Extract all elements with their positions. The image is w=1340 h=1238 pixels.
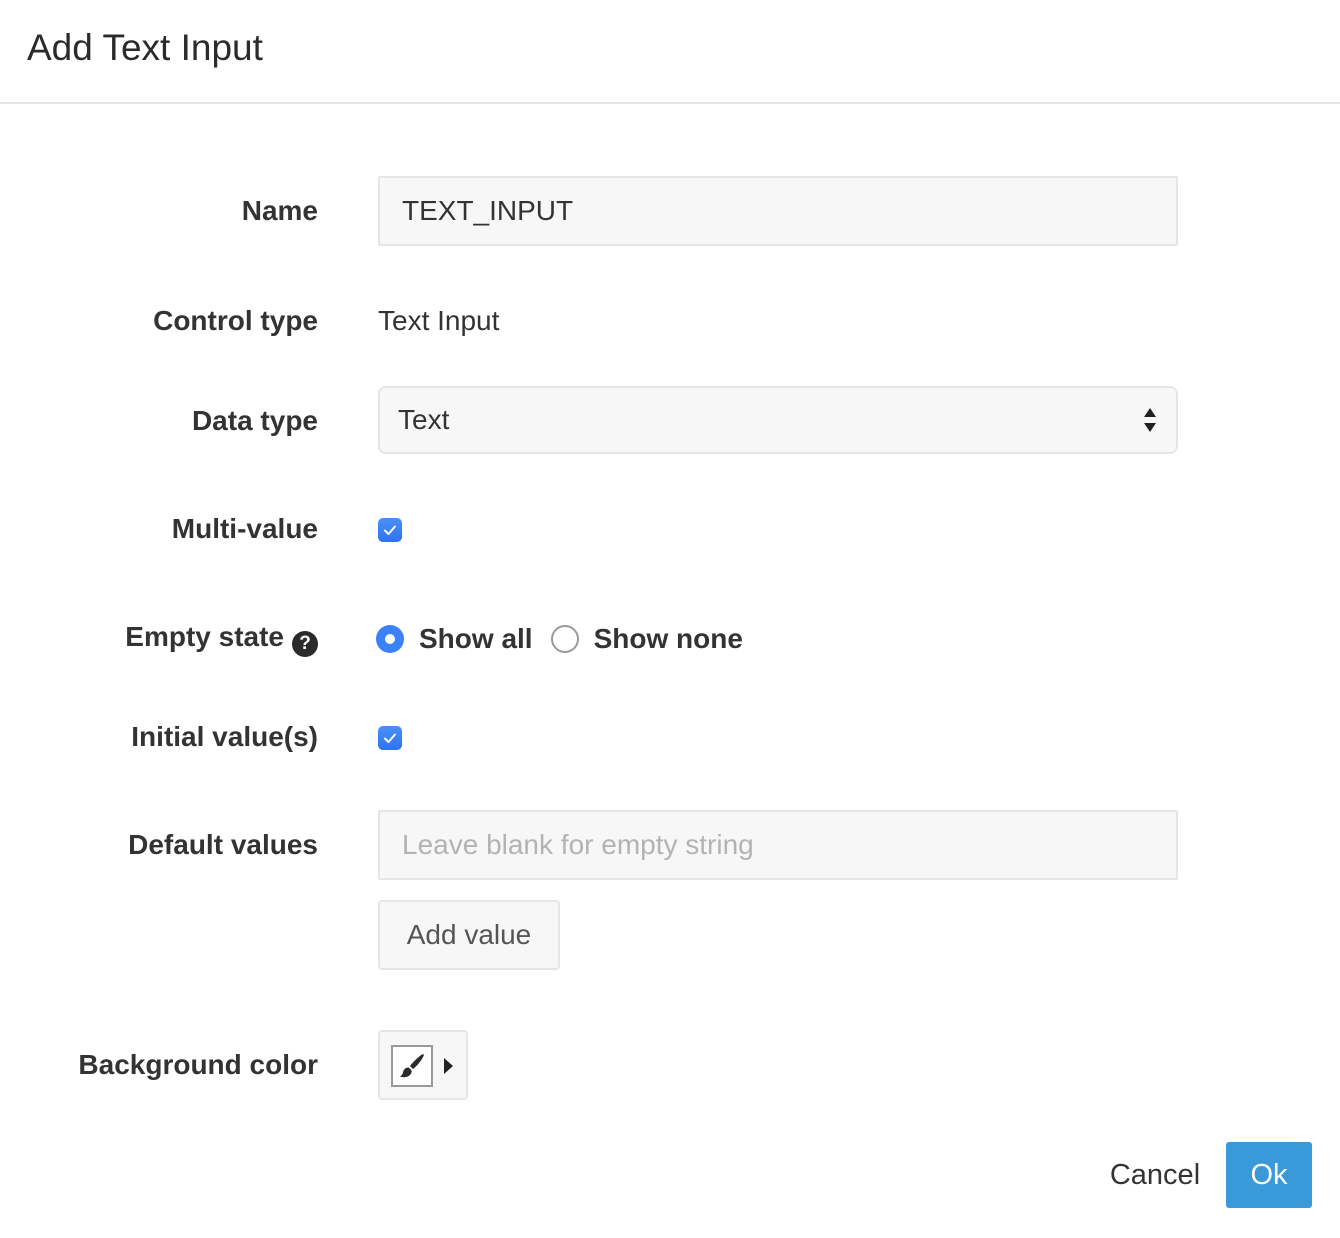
dialog-header: Add Text Input xyxy=(0,0,1340,104)
name-label: Name xyxy=(241,195,318,226)
background-color-picker[interactable] xyxy=(378,1030,468,1100)
radio-dot xyxy=(385,634,395,644)
show-none-radio[interactable] xyxy=(550,625,579,653)
empty-state-label-text: Empty state xyxy=(125,621,284,652)
control-type-label: Control type xyxy=(153,305,318,336)
add-text-input-dialog: Add Text Input Name Control type Text In… xyxy=(0,0,1340,1238)
empty-state-radio-group: Show all Show none xyxy=(376,619,761,659)
checkmark-icon xyxy=(384,733,396,743)
show-all-label[interactable]: Show all xyxy=(419,623,533,655)
show-none-label[interactable]: Show none xyxy=(594,623,743,655)
show-all-radio[interactable] xyxy=(376,625,404,653)
question-circle-icon[interactable]: ? xyxy=(292,631,318,657)
initial-values-checkbox[interactable] xyxy=(378,726,402,750)
checkmark-icon xyxy=(384,525,396,535)
multi-value-checkbox[interactable] xyxy=(378,518,402,542)
default-values-label: Default values xyxy=(128,829,318,860)
data-type-select[interactable]: Text xyxy=(378,386,1178,454)
cancel-button[interactable]: Cancel xyxy=(1096,1142,1214,1208)
add-value-button[interactable]: Add value xyxy=(378,900,560,970)
select-arrows-icon xyxy=(1144,408,1156,432)
caret-right-icon xyxy=(444,1058,453,1074)
color-swatch xyxy=(391,1045,433,1087)
initial-values-label: Initial value(s) xyxy=(131,721,318,752)
data-type-selected-value: Text xyxy=(398,404,450,435)
dialog-title: Add Text Input xyxy=(27,27,263,68)
background-color-label: Background color xyxy=(78,1049,318,1080)
control-type-value: Text Input xyxy=(378,305,500,336)
name-input[interactable] xyxy=(378,176,1178,246)
empty-state-label: Empty state? xyxy=(125,620,318,657)
ok-button[interactable]: Ok xyxy=(1226,1142,1312,1208)
default-value-input[interactable] xyxy=(378,810,1178,880)
paint-brush-icon xyxy=(400,1054,424,1078)
data-type-label: Data type xyxy=(191,405,318,436)
multi-value-label: Multi-value xyxy=(171,513,318,544)
